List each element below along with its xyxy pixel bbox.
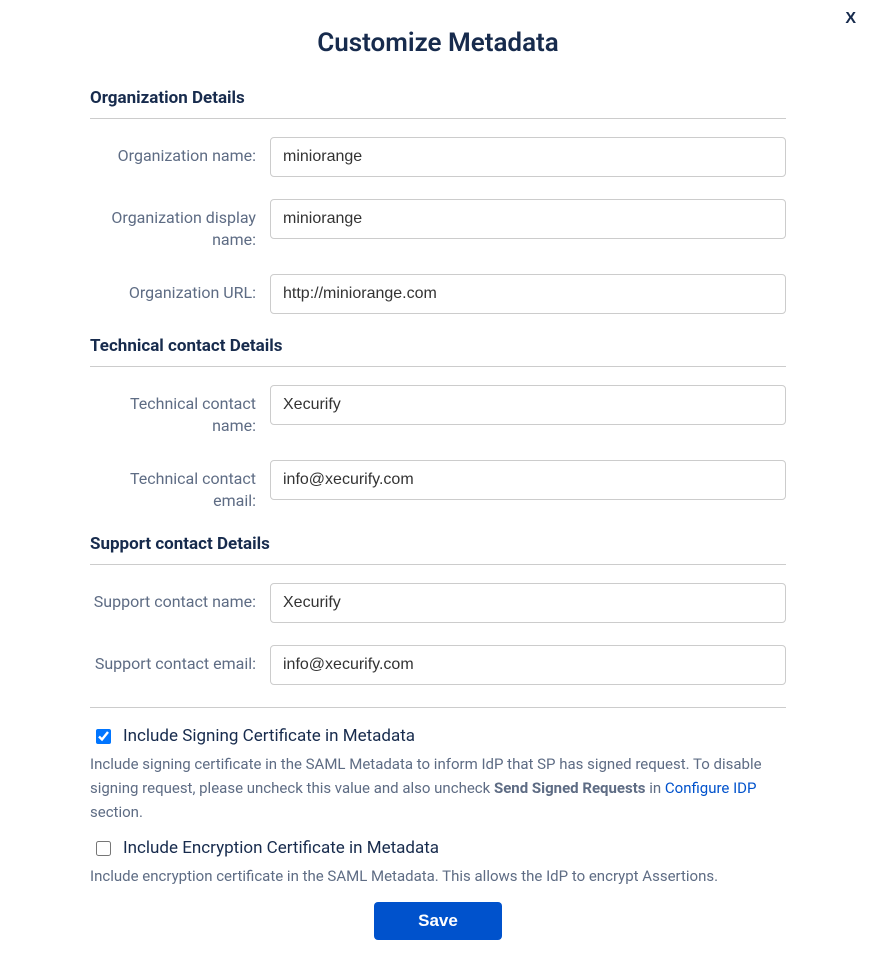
close-button[interactable]: X: [845, 10, 856, 28]
input-tech-name[interactable]: [270, 385, 786, 425]
row-tech-email: Technical contact email:: [90, 460, 786, 513]
label-support-email: Support contact email:: [90, 645, 270, 675]
checkbox-encryption-cert[interactable]: [96, 841, 111, 856]
section-header-support: Support contact Details: [90, 534, 786, 558]
row-signing-cert: Include Signing Certificate in Metadata: [90, 726, 786, 746]
label-encryption-cert: Include Encryption Certificate in Metada…: [123, 838, 439, 858]
label-org-display: Organization display name:: [90, 199, 270, 252]
help-signing-mid: in: [646, 779, 665, 797]
help-signing-bold: Send Signed Requests: [494, 779, 646, 797]
divider: [90, 366, 786, 367]
modal-title: Customize Metadata: [90, 28, 786, 58]
input-support-name[interactable]: [270, 583, 786, 623]
label-org-url: Organization URL:: [90, 274, 270, 304]
label-org-name: Organization name:: [90, 137, 270, 167]
input-org-url[interactable]: [270, 274, 786, 314]
help-signing-cert: Include signing certificate in the SAML …: [90, 752, 786, 824]
row-tech-name: Technical contact name:: [90, 385, 786, 438]
label-support-name: Support contact name:: [90, 583, 270, 613]
checkbox-signing-cert[interactable]: [96, 729, 111, 744]
label-tech-email: Technical contact email:: [90, 460, 270, 513]
divider: [90, 707, 786, 708]
row-support-name: Support contact name:: [90, 583, 786, 623]
section-header-technical: Technical contact Details: [90, 336, 786, 360]
row-support-email: Support contact email:: [90, 645, 786, 685]
input-org-display[interactable]: [270, 199, 786, 239]
input-tech-email[interactable]: [270, 460, 786, 500]
help-signing-post: section.: [90, 803, 143, 821]
save-row: Save: [90, 902, 786, 940]
section-header-organization: Organization Details: [90, 88, 786, 112]
label-tech-name: Technical contact name:: [90, 385, 270, 438]
divider: [90, 564, 786, 565]
input-support-email[interactable]: [270, 645, 786, 685]
customize-metadata-modal: X Customize Metadata Organization Detail…: [0, 0, 876, 960]
input-org-name[interactable]: [270, 137, 786, 177]
row-org-display: Organization display name:: [90, 199, 786, 252]
link-configure-idp[interactable]: Configure IDP: [665, 779, 757, 797]
divider: [90, 118, 786, 119]
row-org-url: Organization URL:: [90, 274, 786, 314]
row-encryption-cert: Include Encryption Certificate in Metada…: [90, 838, 786, 858]
row-org-name: Organization name:: [90, 137, 786, 177]
label-signing-cert: Include Signing Certificate in Metadata: [123, 726, 415, 746]
save-button[interactable]: Save: [374, 902, 502, 940]
help-encryption-cert: Include encryption certificate in the SA…: [90, 864, 786, 888]
